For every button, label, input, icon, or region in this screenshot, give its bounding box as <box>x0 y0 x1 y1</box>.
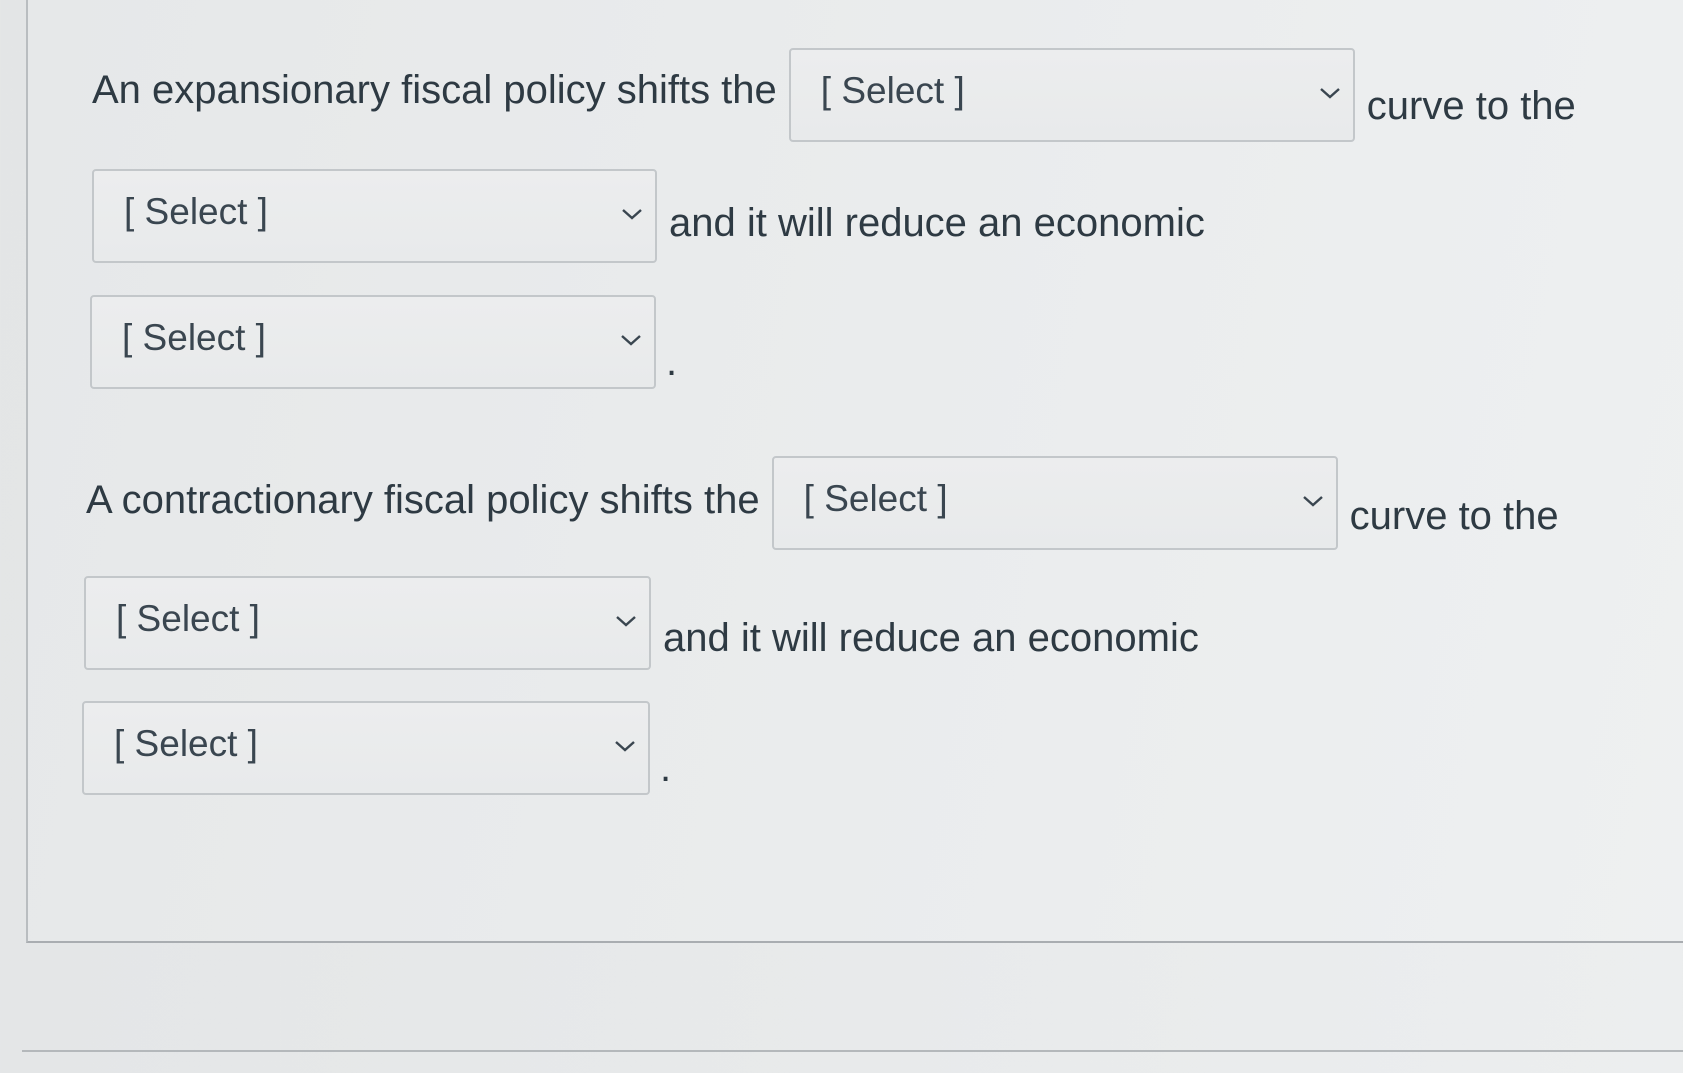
chevron-down-icon <box>1302 496 1323 507</box>
q2-after-select-2-text: and it will reduce an economic <box>663 616 1199 660</box>
divider <box>22 1050 1683 1052</box>
chevron-down-icon <box>616 616 636 627</box>
q1-line-1: An expansionary fiscal policy shifts the… <box>92 48 1576 142</box>
q1-lead-text: An expansionary fiscal policy shifts the <box>92 68 777 112</box>
q1-after-select-2-text: and it will reduce an economic <box>669 201 1205 245</box>
q2-end-period: . <box>660 746 672 790</box>
q1-economic-select[interactable]: [ Select ] <box>90 295 656 389</box>
q2-line-3: [ Select ] . <box>82 701 671 795</box>
q2-economic-select[interactable]: [ Select ] <box>82 701 650 795</box>
chevron-down-icon <box>615 741 635 752</box>
q1-shift-curve-select-value: [ Select ] <box>820 70 965 111</box>
q1-direction-select-value: [ Select ] <box>124 191 268 232</box>
q1-economic-select-value: [ Select ] <box>122 317 266 358</box>
q2-shift-curve-select[interactable]: [ Select ] <box>771 456 1338 550</box>
q1-line-3: [ Select ] . <box>90 295 677 389</box>
chevron-down-icon <box>621 335 641 346</box>
q2-after-select-1-text: curve to the <box>1349 494 1559 538</box>
q2-lead-text: A contractionary fiscal policy shifts th… <box>86 478 760 522</box>
q2-economic-select-value: [ Select ] <box>114 723 258 764</box>
q1-shift-curve-select[interactable]: [ Select ] <box>788 48 1355 142</box>
q2-shift-curve-select-value: [ Select ] <box>803 478 948 519</box>
q1-after-select-1-text: curve to the <box>1366 84 1576 128</box>
q2-line-2: [ Select ] and it will reduce an economi… <box>84 576 1199 670</box>
chevron-down-icon <box>1319 88 1340 99</box>
q1-end-period: . <box>666 340 678 384</box>
q1-direction-select[interactable]: [ Select ] <box>92 169 657 263</box>
q2-line-1: A contractionary fiscal policy shifts th… <box>86 456 1559 550</box>
chevron-down-icon <box>622 209 642 220</box>
q1-line-2: [ Select ] and it will reduce an economi… <box>92 169 1205 263</box>
q2-direction-select[interactable]: [ Select ] <box>84 576 651 670</box>
q2-direction-select-value: [ Select ] <box>116 598 260 639</box>
